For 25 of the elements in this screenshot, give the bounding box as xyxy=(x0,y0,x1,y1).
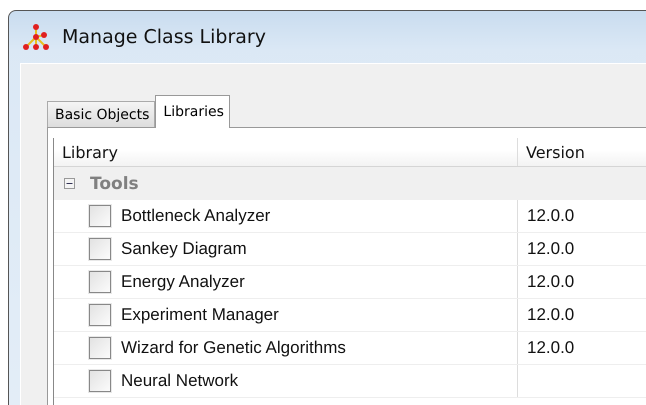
checkbox[interactable] xyxy=(89,205,111,227)
library-name: Wizard for Genetic Algorithms xyxy=(121,338,346,358)
column-header[interactable]: Version xyxy=(517,138,646,166)
column-header[interactable]: Library xyxy=(54,138,517,166)
library-name: Bottleneck Analyzer xyxy=(121,206,270,226)
checkbox[interactable] xyxy=(89,370,111,392)
checkbox[interactable] xyxy=(89,238,111,260)
version-text: 12.0.0 xyxy=(527,305,574,325)
window-title: Manage Class Library xyxy=(62,26,266,48)
library-name: Sankey Diagram xyxy=(121,239,247,259)
library-name: Experiment Manager xyxy=(121,305,279,325)
version-text: 12.0.0 xyxy=(527,239,574,259)
library-name: Neural Network xyxy=(121,371,238,391)
library-name: Energy Analyzer xyxy=(121,272,245,292)
version-text: 12.0.0 xyxy=(527,338,574,358)
version-text: 12.0.0 xyxy=(527,206,574,226)
checkbox[interactable] xyxy=(89,337,111,359)
tab[interactable]: Basic Objects xyxy=(47,101,156,127)
collapse-toggle[interactable] xyxy=(64,178,75,189)
tab[interactable]: Libraries xyxy=(155,95,230,128)
group-label: Tools xyxy=(90,174,139,194)
version-text: 12.0.0 xyxy=(527,272,574,292)
checkbox[interactable] xyxy=(89,271,111,293)
checkbox[interactable] xyxy=(89,304,111,326)
tree-network-icon xyxy=(22,23,50,51)
